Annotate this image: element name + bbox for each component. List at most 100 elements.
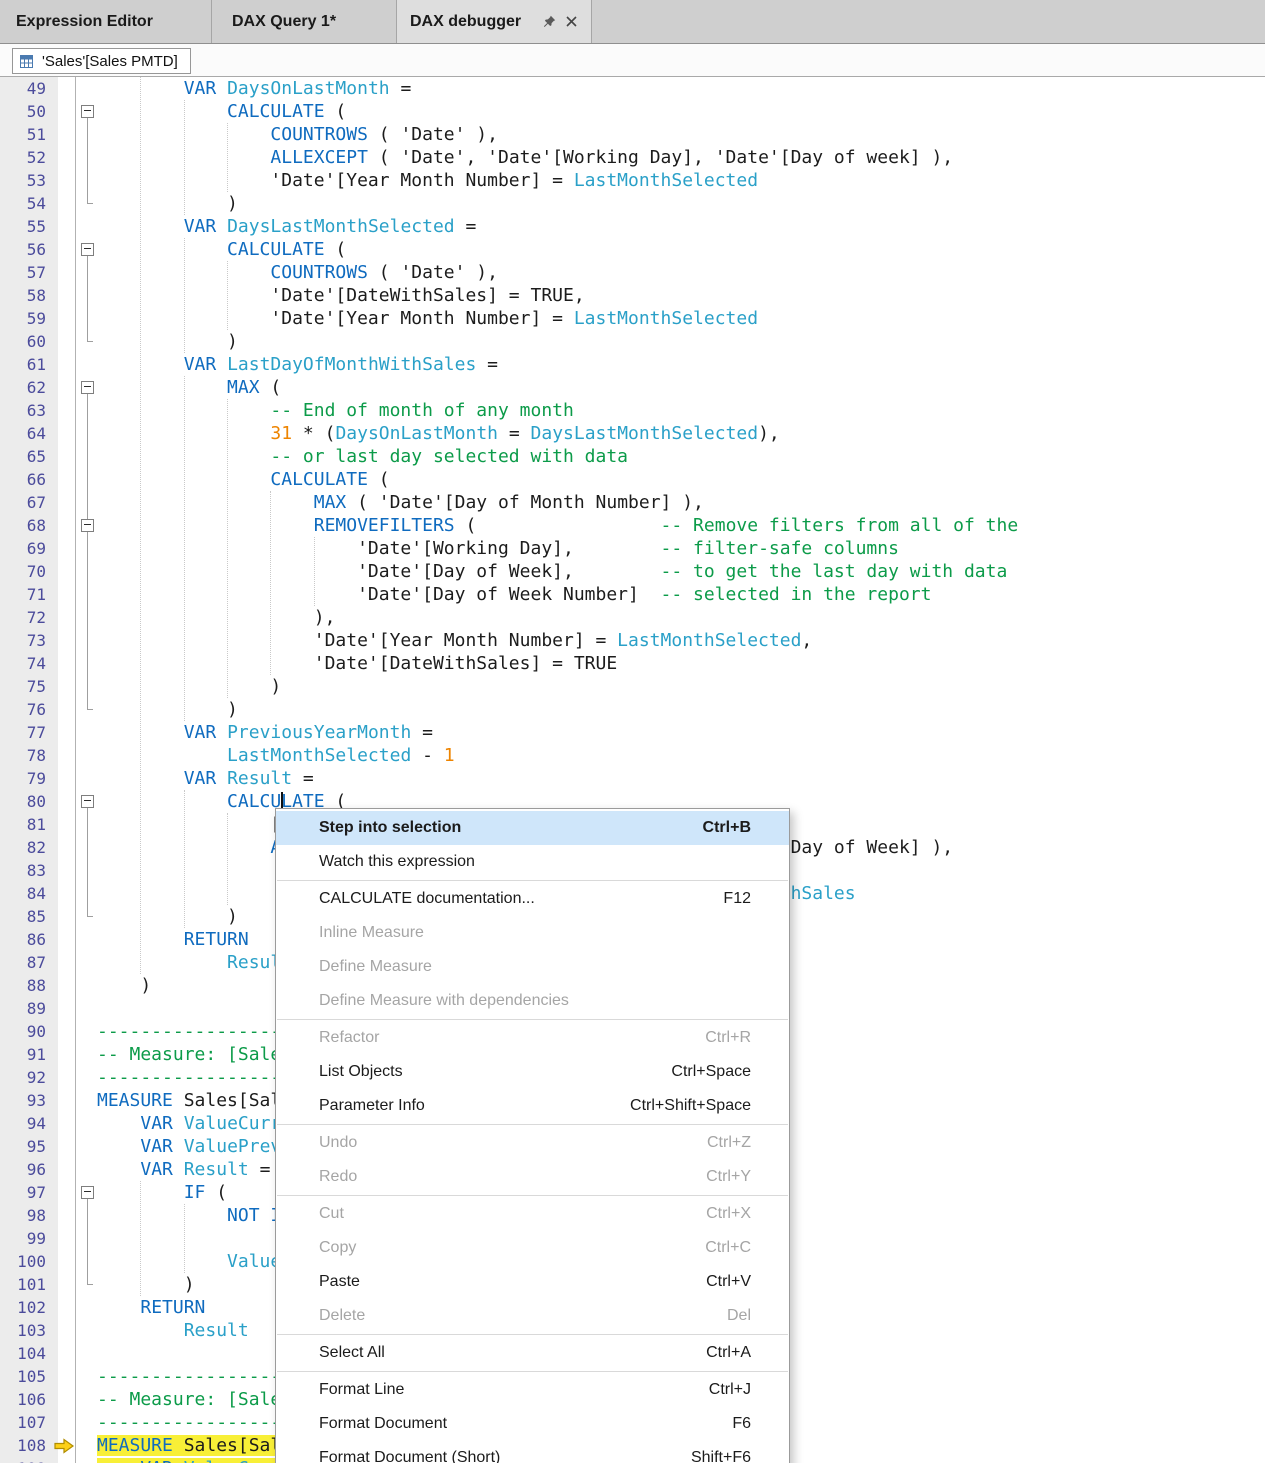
menu-item-parameter-info[interactable]: Parameter InfoCtrl+Shift+Space bbox=[276, 1089, 789, 1123]
menu-item-shortcut: Ctrl+C bbox=[705, 1239, 751, 1257]
menu-item-format-line[interactable]: Format LineCtrl+J bbox=[276, 1373, 789, 1407]
fold-toggle[interactable] bbox=[81, 105, 94, 118]
menu-item-label: Copy bbox=[319, 1239, 687, 1257]
menu-item-define-measure-with-dependencies: Define Measure with dependencies bbox=[276, 984, 789, 1018]
line-number: 55 bbox=[0, 215, 46, 238]
code-line: 64 31 * (DaysOnLastMonth = DaysLastMonth… bbox=[0, 422, 1265, 445]
measure-grid-icon bbox=[19, 54, 34, 69]
line-number: 71 bbox=[0, 583, 46, 606]
menu-item-paste[interactable]: PasteCtrl+V bbox=[276, 1265, 789, 1299]
menu-item-shortcut: Ctrl+Y bbox=[706, 1168, 751, 1186]
line-number: 93 bbox=[0, 1089, 46, 1112]
line-number: 64 bbox=[0, 422, 46, 445]
menu-item-define-measure: Define Measure bbox=[276, 950, 789, 984]
code-line: 78 LastMonthSelected - 1 bbox=[0, 744, 1265, 767]
menu-item-shortcut: Ctrl+V bbox=[706, 1273, 751, 1291]
code-line: 65 -- or last day selected with data bbox=[0, 445, 1265, 468]
line-number: 53 bbox=[0, 169, 46, 192]
menu-item-format-document[interactable]: Format DocumentF6 bbox=[276, 1407, 789, 1441]
fold-toggle[interactable] bbox=[81, 1186, 94, 1199]
menu-item-label: Step into selection bbox=[319, 819, 685, 837]
code-line: 75 ) bbox=[0, 675, 1265, 698]
code-line: 73 'Date'[Year Month Number] = LastMonth… bbox=[0, 629, 1265, 652]
line-number: 54 bbox=[0, 192, 46, 215]
fold-toggle[interactable] bbox=[81, 795, 94, 808]
menu-item-label: Undo bbox=[319, 1134, 689, 1152]
menu-item-undo: Undo Ctrl+Z bbox=[276, 1126, 789, 1160]
menu-separator bbox=[277, 1334, 788, 1335]
tab-label: DAX debugger bbox=[410, 13, 533, 31]
menu-item-select-all[interactable]: Select AllCtrl+A bbox=[276, 1336, 789, 1370]
line-number: 85 bbox=[0, 905, 46, 928]
menu-item-inline-measure: Inline Measure bbox=[276, 916, 789, 950]
code-line: 66 CALCULATE ( bbox=[0, 468, 1265, 491]
menu-item-step-into-selection[interactable]: Step into selectionCtrl+B bbox=[276, 811, 789, 845]
menu-item-shortcut: F6 bbox=[732, 1415, 751, 1433]
fold-toggle[interactable] bbox=[81, 519, 94, 532]
menu-item-shortcut: Del bbox=[727, 1307, 751, 1325]
close-tab-icon[interactable] bbox=[566, 16, 577, 27]
line-number: 81 bbox=[0, 813, 46, 836]
tab-dax-query-1[interactable]: DAX Query 1* bbox=[212, 0, 397, 43]
tab-label: DAX Query 1* bbox=[232, 13, 336, 31]
menu-separator bbox=[277, 1019, 788, 1020]
menu-item-shortcut: Ctrl+Space bbox=[671, 1063, 751, 1081]
code-line: 59 'Date'[Year Month Number] = LastMonth… bbox=[0, 307, 1265, 330]
code-line: 58 'Date'[DateWithSales] = TRUE, bbox=[0, 284, 1265, 307]
line-number: 98 bbox=[0, 1204, 46, 1227]
menu-item-delete: DeleteDel bbox=[276, 1299, 789, 1333]
menu-item-label: Define Measure with dependencies bbox=[319, 992, 751, 1010]
code-line: 69 'Date'[Working Day], -- filter-safe c… bbox=[0, 537, 1265, 560]
line-number: 60 bbox=[0, 330, 46, 353]
code-line: 61 VAR LastDayOfMonthWithSales = bbox=[0, 353, 1265, 376]
menu-item-watch-this-expression[interactable]: Watch this expression bbox=[276, 845, 789, 879]
tab-expression-editor[interactable]: Expression Editor bbox=[0, 0, 212, 43]
expression-bar: 'Sales'[Sales PMTD] bbox=[0, 44, 1265, 77]
fold-toggle[interactable] bbox=[81, 243, 94, 256]
line-number: 72 bbox=[0, 606, 46, 629]
menu-item-shortcut: Ctrl+R bbox=[705, 1029, 751, 1047]
code-line: 74 'Date'[DateWithSales] = TRUE bbox=[0, 652, 1265, 675]
line-number: 97 bbox=[0, 1181, 46, 1204]
line-number: 52 bbox=[0, 146, 46, 169]
line-number: 100 bbox=[0, 1250, 46, 1273]
line-number: 58 bbox=[0, 284, 46, 307]
line-number: 86 bbox=[0, 928, 46, 951]
menu-item-refactor: RefactorCtrl+R bbox=[276, 1021, 789, 1055]
code-line: 49 VAR DaysOnLastMonth = bbox=[0, 77, 1265, 100]
code-line: 70 'Date'[Day of Week], -- to get the la… bbox=[0, 560, 1265, 583]
code-line: 51 COUNTROWS ( 'Date' ), bbox=[0, 123, 1265, 146]
menu-item-format-document-short[interactable]: Format Document (Short)Shift+F6 bbox=[276, 1441, 789, 1463]
line-number: 56 bbox=[0, 238, 46, 261]
line-number: 88 bbox=[0, 974, 46, 997]
line-number: 94 bbox=[0, 1112, 46, 1135]
code-line: 79 VAR Result = bbox=[0, 767, 1265, 790]
line-number: 84 bbox=[0, 882, 46, 905]
line-number: 102 bbox=[0, 1296, 46, 1319]
line-number: 91 bbox=[0, 1043, 46, 1066]
line-number: 66 bbox=[0, 468, 46, 491]
menu-item-calculate-documentation[interactable]: CALCULATE documentation...F12 bbox=[276, 882, 789, 916]
menu-item-label: Cut bbox=[319, 1205, 688, 1223]
line-number: 107 bbox=[0, 1411, 46, 1434]
code-line: 60 ) bbox=[0, 330, 1265, 353]
execution-arrow-icon bbox=[53, 1438, 75, 1454]
line-number: 104 bbox=[0, 1342, 46, 1365]
context-menu: Step into selectionCtrl+B Watch this expr… bbox=[275, 808, 790, 1463]
tab-dax-debugger[interactable]: DAX debugger bbox=[397, 0, 592, 43]
line-number: 69 bbox=[0, 537, 46, 560]
line-number: 82 bbox=[0, 836, 46, 859]
code-line: 55 VAR DaysLastMonthSelected = bbox=[0, 215, 1265, 238]
code-line: 57 COUNTROWS ( 'Date' ), bbox=[0, 261, 1265, 284]
menu-item-list-objects[interactable]: List ObjectsCtrl+Space bbox=[276, 1055, 789, 1089]
current-expression-selector[interactable]: 'Sales'[Sales PMTD] bbox=[12, 48, 191, 74]
menu-separator bbox=[277, 1371, 788, 1372]
menu-item-shortcut: Ctrl+Z bbox=[707, 1134, 751, 1152]
fold-toggle[interactable] bbox=[81, 381, 94, 394]
menu-item-label: Watch this expression bbox=[319, 853, 751, 871]
menu-item-shortcut: Ctrl+Shift+Space bbox=[630, 1097, 751, 1115]
line-number: 87 bbox=[0, 951, 46, 974]
pin-icon[interactable] bbox=[543, 15, 556, 28]
menu-item-copy: Copy Ctrl+C bbox=[276, 1231, 789, 1265]
line-number: 74 bbox=[0, 652, 46, 675]
